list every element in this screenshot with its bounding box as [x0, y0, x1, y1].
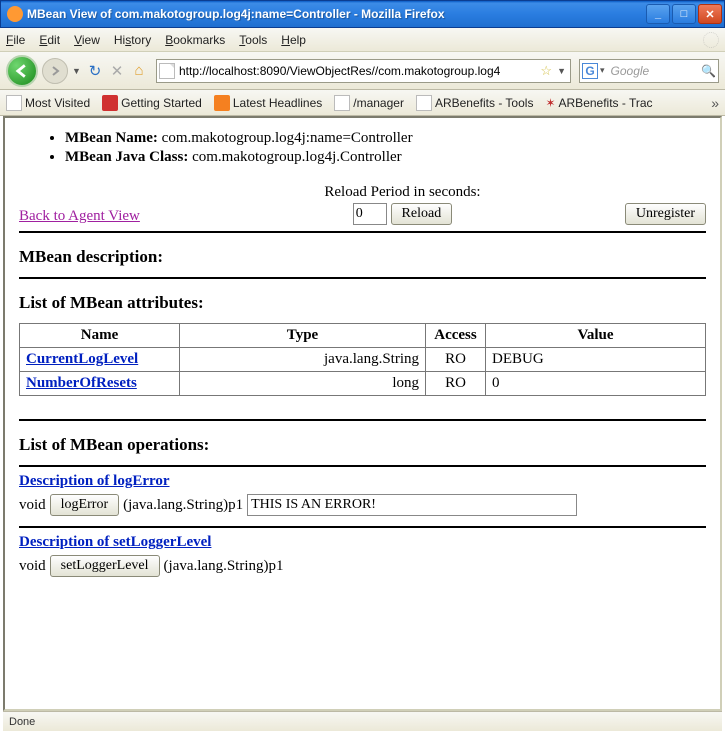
history-dropdown-icon[interactable]: ▼ [72, 66, 82, 76]
url-dropdown-icon[interactable]: ▼ [557, 66, 566, 76]
bm-latest-headlines[interactable]: Latest Headlines [214, 95, 322, 111]
reload-period-label: Reload Period in seconds: [209, 184, 596, 201]
th-type: Type [180, 324, 426, 348]
mbean-description-heading: MBean description: [19, 247, 706, 267]
attr-type: long [180, 372, 426, 396]
bm-arbenefits-tools[interactable]: ARBenefits - Tools [416, 95, 534, 111]
op-param-label: (java.lang.String)p1 [164, 558, 284, 575]
attr-link[interactable]: CurrentLogLevel [26, 351, 138, 367]
op-return-type: void [19, 497, 46, 514]
attributes-table: Name Type Access Value CurrentLogLevel j… [19, 323, 706, 396]
unregister-button[interactable]: Unregister [625, 203, 706, 225]
reload-period-input[interactable] [353, 203, 387, 225]
menu-history[interactable]: History [114, 33, 151, 47]
operations-heading: List of MBean operations: [19, 435, 706, 455]
attributes-heading: List of MBean attributes: [19, 293, 706, 313]
page-icon [159, 63, 175, 79]
mbean-info-list: MBean Name: com.makotogroup.log4j:name=C… [65, 130, 706, 166]
bm-getting-started[interactable]: Getting Started [102, 95, 202, 111]
status-bar: Done [3, 711, 722, 731]
op-return-type: void [19, 558, 46, 575]
home-icon[interactable]: ⌂ [130, 62, 148, 80]
close-button[interactable]: ✕ [698, 4, 722, 24]
book-icon [102, 95, 118, 111]
menu-bar: File Edit View History Bookmarks Tools H… [0, 28, 725, 52]
th-access: Access [426, 324, 486, 348]
page-icon [334, 95, 350, 111]
bm-manager[interactable]: /manager [334, 95, 404, 111]
back-to-agent-link[interactable]: Back to Agent View [19, 208, 140, 224]
bm-most-visited[interactable]: Most Visited [6, 95, 90, 111]
search-bar[interactable]: G ▾ Google 🔍 [579, 59, 719, 83]
bookmarks-overflow-icon[interactable]: » [711, 95, 719, 111]
page-icon [416, 95, 432, 111]
nav-toolbar: ▼ ↻ ✕ ⌂ http://localhost:8090/ViewObject… [0, 52, 725, 90]
back-button[interactable] [6, 55, 38, 87]
paw-icon: ✶ [545, 96, 555, 110]
menu-tools[interactable]: Tools [239, 33, 267, 47]
reload-button[interactable]: Reload [391, 203, 453, 225]
mbean-name-label: MBean Name: [65, 130, 158, 146]
throbber-icon [703, 32, 719, 48]
reload-icon[interactable]: ↻ [86, 62, 104, 80]
menu-help[interactable]: Help [281, 33, 306, 47]
forward-button[interactable] [42, 58, 68, 84]
mbean-class-value: com.makotogroup.log4j.Controller [192, 149, 402, 165]
bookmark-star-icon[interactable]: ☆ [540, 63, 552, 79]
maximize-button[interactable]: □ [672, 4, 696, 24]
status-text: Done [9, 716, 35, 728]
log-error-button[interactable]: logError [50, 494, 119, 516]
menu-view[interactable]: View [74, 33, 100, 47]
op-desc-link[interactable]: Description of logError [19, 473, 170, 489]
rss-icon [214, 95, 230, 111]
menu-bookmarks[interactable]: Bookmarks [165, 33, 225, 47]
attr-type: java.lang.String [180, 348, 426, 372]
mbean-class-label: MBean Java Class: [65, 149, 188, 165]
minimize-button[interactable]: _ [646, 4, 670, 24]
menu-file[interactable]: File [6, 33, 25, 47]
menu-edit[interactable]: Edit [39, 33, 60, 47]
window-title: MBean View of com.makotogroup.log4j:name… [27, 7, 646, 21]
mbean-name-value: com.makotogroup.log4j:name=Controller [162, 130, 413, 146]
address-bar[interactable]: http://localhost:8090/ViewObjectRes//com… [156, 59, 571, 83]
firefox-icon [7, 6, 23, 22]
th-name: Name [20, 324, 180, 348]
set-logger-level-button[interactable]: setLoggerLevel [50, 555, 160, 577]
attr-access: RO [426, 372, 486, 396]
attr-access: RO [426, 348, 486, 372]
op-desc-link[interactable]: Description of setLoggerLevel [19, 534, 211, 550]
bookmarks-toolbar: Most Visited Getting Started Latest Head… [0, 90, 725, 116]
stop-icon: ✕ [108, 62, 126, 80]
bm-arbenefits-trac[interactable]: ✶ARBenefits - Trac [545, 96, 652, 110]
search-icon[interactable]: 🔍 [701, 64, 716, 78]
engine-dropdown-icon[interactable]: ▾ [600, 65, 605, 76]
attr-value: 0 [486, 372, 706, 396]
url-text[interactable]: http://localhost:8090/ViewObjectRes//com… [179, 64, 537, 78]
attr-link[interactable]: NumberOfResets [26, 375, 137, 391]
page-icon [6, 95, 22, 111]
log-error-input[interactable] [247, 494, 577, 516]
table-row: NumberOfResets long RO 0 [20, 372, 706, 396]
attr-value: DEBUG [486, 348, 706, 372]
op-param-label: (java.lang.String)p1 [123, 497, 243, 514]
google-icon[interactable]: G [582, 63, 598, 79]
page-content: MBean Name: com.makotogroup.log4j:name=C… [5, 118, 720, 709]
window-titlebar: MBean View of com.makotogroup.log4j:name… [0, 0, 725, 28]
th-value: Value [486, 324, 706, 348]
search-placeholder: Google [607, 64, 702, 78]
table-row: CurrentLogLevel java.lang.String RO DEBU… [20, 348, 706, 372]
